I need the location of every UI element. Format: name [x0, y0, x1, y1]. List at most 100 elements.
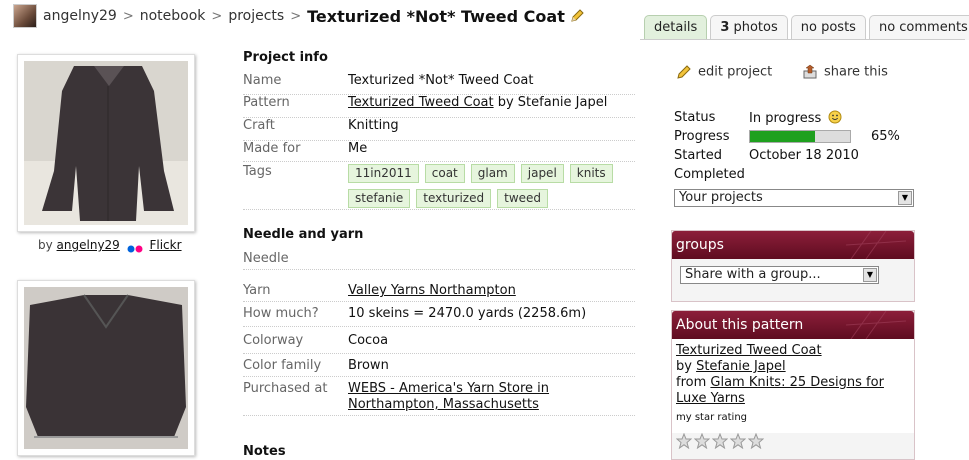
avatar[interactable]	[13, 4, 37, 28]
groups-box: groups Share with a group... ▼	[671, 230, 915, 302]
about-pattern-link[interactable]: Texturized Tweed Coat	[676, 343, 822, 358]
progress-text: 65%	[871, 129, 900, 144]
yarn-label: Yarn	[243, 283, 271, 298]
edit-project-label: edit project	[698, 64, 773, 80]
craft-label: Craft	[243, 118, 275, 133]
photo-credit: by angelny29 Flickr	[38, 238, 182, 252]
pencil-icon[interactable]	[569, 8, 585, 24]
info-row-color-family: Color family Brown	[243, 358, 635, 377]
coat-photo-image	[24, 61, 188, 225]
info-row-name: Name Texturized *Not* Tweed Coat	[243, 73, 635, 95]
star-rating[interactable]	[676, 433, 764, 449]
chevron-down-icon[interactable]: ▼	[863, 268, 877, 282]
share-button[interactable]: share this	[802, 64, 888, 80]
tag[interactable]: 11in2011	[348, 164, 419, 183]
breadcrumb-user[interactable]: angelny29	[43, 8, 117, 24]
info-row-how-much: How much? 10 skeins = 2470.0 yards (2258…	[243, 306, 635, 327]
project-photo-1[interactable]	[17, 54, 195, 232]
made-for-value: Me	[348, 141, 368, 156]
info-row-purchased: Purchased at WEBS - America's Yarn Store…	[243, 381, 635, 416]
status-text: In progress	[749, 111, 822, 126]
notes-heading: Notes	[243, 444, 286, 459]
purchased-value: WEBS - America's Yarn Store in Northampto…	[348, 381, 549, 413]
group-share-select[interactable]: Share with a group... ▼	[680, 266, 879, 284]
pattern-by: by Stefanie Japel	[493, 95, 608, 110]
project-tabs: details 3 photos no posts no comments	[644, 15, 969, 40]
started-value: October 18 2010	[749, 148, 859, 163]
tag[interactable]: texturized	[416, 189, 492, 208]
name-label: Name	[243, 73, 282, 88]
info-row-yarn: Yarn Valley Yarns Northampton	[243, 283, 635, 302]
breadcrumb-separator: >	[290, 8, 302, 24]
name-value: Texturized *Not* Tweed Coat	[348, 73, 534, 88]
colorway-value: Cocoa	[348, 333, 389, 348]
tag[interactable]: coat	[424, 164, 465, 183]
flickr-icon	[127, 242, 143, 252]
tab-posts[interactable]: no posts	[790, 15, 866, 40]
tab-details[interactable]: details	[644, 15, 708, 40]
decorative-swirl-icon	[846, 231, 906, 259]
star-icon[interactable]	[748, 433, 764, 449]
edit-project-button[interactable]: edit project	[676, 64, 772, 80]
tag-list: 11in2011 coat glam japel knits stefanie textur…	[348, 164, 638, 214]
needle-yarn-heading: Needle and yarn	[243, 227, 364, 242]
about-pattern-body: Texturized Tweed Coat by Stefanie Japel …	[672, 339, 914, 433]
status-value: In progress	[749, 110, 842, 126]
store-link-line2[interactable]: Northampton, Massachusetts	[348, 397, 539, 412]
share-label: share this	[824, 64, 888, 80]
breadcrumb-separator: >	[211, 8, 223, 24]
progress-bar	[749, 130, 851, 143]
purchased-label: Purchased at	[243, 381, 328, 396]
tag[interactable]: knits	[569, 164, 613, 183]
tab-comments[interactable]: no comments	[868, 15, 969, 40]
pattern-label: Pattern	[243, 95, 290, 110]
designer-link[interactable]: Stefanie Japel	[696, 359, 786, 374]
star-icon[interactable]	[694, 433, 710, 449]
progress-fill	[750, 131, 815, 142]
breadcrumb-notebook[interactable]: notebook	[140, 8, 206, 24]
pencil-icon	[677, 65, 691, 79]
share-icon	[803, 64, 817, 79]
chevron-down-icon[interactable]: ▼	[898, 191, 912, 205]
breadcrumb-separator: >	[122, 8, 134, 24]
status-label: Status	[674, 110, 716, 125]
about-by: by	[676, 359, 697, 374]
made-for-label: Made for	[243, 141, 301, 156]
completed-label: Completed	[674, 167, 745, 182]
project-photo-2[interactable]	[17, 280, 195, 456]
star-icon[interactable]	[730, 433, 746, 449]
yarn-link[interactable]: Valley Yarns Northampton	[348, 283, 516, 298]
tag[interactable]: stefanie	[348, 189, 411, 208]
tag[interactable]: glam	[470, 164, 515, 183]
star-icon[interactable]	[676, 433, 692, 449]
credit-user-link[interactable]: angelny29	[57, 238, 120, 252]
store-link[interactable]: WEBS - America's Yarn Store in	[348, 381, 549, 396]
color-family-label: Color family	[243, 358, 322, 373]
breadcrumb: angelny29 > notebook > projects > Textur…	[13, 4, 585, 28]
needle-label: Needle	[243, 251, 289, 266]
tag[interactable]: japel	[520, 164, 564, 183]
pattern-link[interactable]: Texturized Tweed Coat	[348, 95, 494, 110]
groups-header: groups	[672, 231, 914, 259]
your-projects-value: Your projects	[679, 190, 763, 205]
credit-source-link[interactable]: Flickr	[149, 238, 181, 252]
info-row-made-for: Made for Me	[243, 141, 635, 162]
tags-label: Tags	[243, 164, 272, 179]
page-title: Texturized *Not* Tweed Coat	[307, 6, 565, 26]
decorative-swirl-icon	[846, 311, 906, 339]
star-icon[interactable]	[712, 433, 728, 449]
info-row-colorway: Colorway Cocoa	[243, 333, 635, 354]
your-projects-select[interactable]: Your projects ▼	[674, 189, 914, 207]
craft-value: Knitting	[348, 118, 399, 133]
photos-count: 3	[720, 20, 730, 35]
color-family-value: Brown	[348, 358, 389, 373]
groups-heading: groups	[676, 237, 724, 253]
progress-label: Progress	[674, 129, 730, 144]
info-row-craft: Craft Knitting	[243, 118, 635, 141]
tag[interactable]: tweed	[497, 189, 549, 208]
breadcrumb-projects[interactable]: projects	[228, 8, 284, 24]
credit-by: by	[38, 238, 53, 252]
tab-photos[interactable]: 3 photos	[710, 15, 788, 40]
about-from: from	[676, 375, 711, 390]
rating-label: my star rating	[676, 412, 748, 423]
